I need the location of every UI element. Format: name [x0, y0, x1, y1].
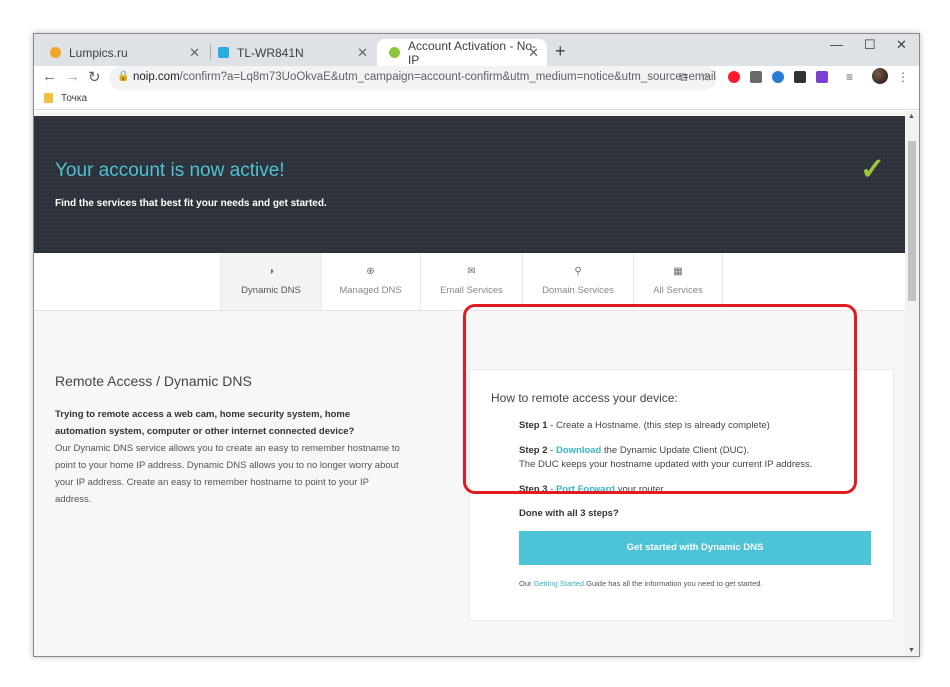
hero-subtitle: Find the services that best fit your nee… [55, 198, 327, 209]
tab-domain-services[interactable]: ⚲ Domain Services [523, 253, 634, 310]
done-prompt: Done with all 3 steps? [519, 508, 619, 519]
address-bar[interactable]: 🔒 noip.com/confirm?a=Lq8m73UoOkvaE&utm_c… [109, 66, 717, 90]
globe-extension-icon[interactable] [772, 71, 784, 83]
section-question: Trying to remote access a web cam, home … [55, 409, 355, 437]
tab-title: TL-WR841N [237, 45, 304, 60]
envelope-icon: ✉ [467, 266, 476, 277]
globe-icon: ⊕ [366, 266, 375, 277]
profile-avatar[interactable] [872, 68, 888, 84]
tab-account-activation[interactable]: Account Activation - No-IP ✕ [377, 38, 547, 67]
tab-tplink[interactable]: TL-WR841N ✕ [206, 39, 376, 66]
lumpics-favicon-icon [50, 47, 61, 58]
getting-started-link[interactable]: Getting Started [534, 579, 584, 588]
back-button[interactable]: ← [42, 68, 57, 85]
close-window-button[interactable]: ✕ [896, 37, 907, 53]
dynamic-dns-icon: ◑ [267, 266, 275, 277]
reload-button[interactable]: ↻ [88, 68, 101, 86]
help-extension-icon[interactable] [750, 71, 762, 83]
scroll-down-icon[interactable]: ▼ [908, 647, 915, 654]
hero-banner: Your account is now active! Find the ser… [34, 116, 905, 253]
tab-all-services[interactable]: ▦ All Services [634, 253, 723, 310]
grid-icon: ▦ [673, 266, 683, 277]
section-description: Our Dynamic DNS service allows you to cr… [55, 443, 400, 505]
forward-button[interactable]: → [65, 68, 80, 85]
noip-favicon-icon [389, 47, 400, 58]
guide-note: Our Getting Started Guide has all the in… [519, 579, 763, 588]
close-tab-icon[interactable]: ✕ [189, 45, 200, 61]
tplink-favicon-icon [218, 47, 229, 58]
checkmark-icon: ✓ [860, 153, 886, 186]
tab-strip: Lumpics.ru ✕ TL-WR841N ✕ Account Activat… [34, 34, 919, 67]
get-started-button[interactable]: Get started with Dynamic DNS [519, 531, 871, 565]
bookmark-star-icon[interactable]: ☆ [700, 70, 711, 84]
page-scrollbar[interactable]: ▲ ▼ [905, 111, 919, 656]
scroll-up-icon[interactable]: ▲ [908, 113, 915, 120]
close-tab-icon[interactable]: ✕ [357, 45, 368, 61]
folder-icon [44, 93, 53, 103]
tab-lumpics[interactable]: Lumpics.ru ✕ [38, 39, 208, 66]
minimize-button[interactable]: — [830, 37, 843, 52]
hero-title: Your account is now active! [55, 160, 285, 181]
service-tabs: ◑ Dynamic DNS ⊕ Managed DNS ✉ Email Serv… [34, 253, 905, 311]
purple-extension-icon[interactable] [816, 71, 828, 83]
tab-label: Email Services [440, 285, 503, 296]
tab-title: Account Activation - No-IP [407, 38, 537, 67]
tab-managed-dns[interactable]: ⊕ Managed DNS [321, 253, 421, 310]
bookmark-tochka[interactable]: Точка [61, 93, 87, 104]
opera-extension-icon[interactable] [728, 71, 740, 83]
close-tab-icon[interactable]: ✕ [528, 45, 539, 61]
tab-label: Domain Services [542, 285, 614, 296]
tab-label: Dynamic DNS [241, 285, 301, 296]
maximize-button[interactable]: ☐ [864, 37, 876, 53]
red-highlight-annotation [463, 304, 857, 494]
tab-title: Lumpics.ru [69, 45, 128, 60]
media-queue-icon[interactable]: ≡ [846, 70, 853, 84]
bookmarks-bar: Точка [34, 90, 919, 110]
scroll-thumb[interactable] [908, 141, 916, 301]
lock-icon[interactable]: 🔒 [117, 71, 129, 82]
tab-dynamic-dns[interactable]: ◑ Dynamic DNS [220, 253, 322, 310]
tab-label: Managed DNS [339, 285, 402, 296]
new-tab-button[interactable]: + [555, 41, 566, 62]
translate-icon[interactable]: ⧉ [679, 70, 688, 85]
tab-email-services[interactable]: ✉ Email Services [421, 253, 523, 310]
menu-icon[interactable]: ⋮ [897, 70, 909, 84]
section-title: Remote Access / Dynamic DNS [55, 373, 252, 389]
search-icon: ⚲ [574, 266, 582, 277]
browser-toolbar: ← → ↻ 🔒 noip.com/confirm?a=Lq8m73UoOkvaE… [34, 66, 919, 90]
cube-extension-icon[interactable] [794, 71, 806, 83]
tab-label: All Services [653, 285, 703, 296]
url-text[interactable]: noip.com/confirm?a=Lq8m73UoOkvaE&utm_cam… [133, 71, 716, 83]
